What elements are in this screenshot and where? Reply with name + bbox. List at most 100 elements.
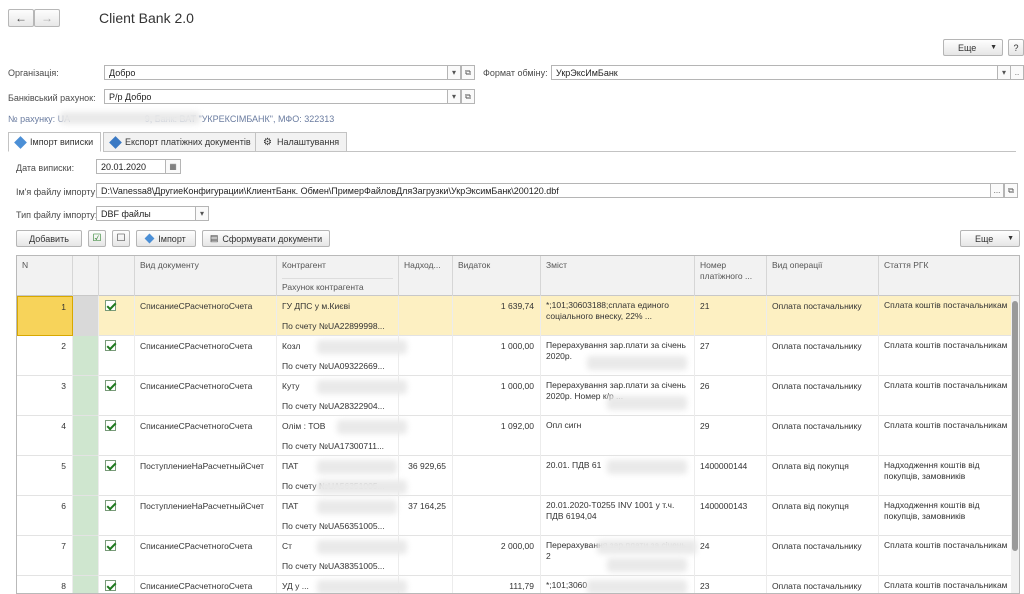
cell-doc[interactable]: ПоступлениеНаРасчетныйСчет: [135, 496, 277, 536]
format-field[interactable]: УкрЭксИмБанк: [551, 65, 998, 80]
cell-rgk[interactable]: Сплата коштів постачальникам: [879, 336, 1019, 376]
cell-expense[interactable]: 2 000,00: [453, 536, 541, 576]
account-dropdown-button[interactable]: ▾: [447, 89, 461, 104]
row-checkbox-cell[interactable]: [99, 456, 135, 496]
cell-op[interactable]: Оплата постачальнику: [767, 416, 879, 456]
row-status-cell[interactable]: [73, 536, 99, 576]
cell-pay[interactable]: 29: [695, 416, 767, 456]
row-checkbox[interactable]: [105, 540, 116, 551]
col-expense[interactable]: Видаток: [453, 256, 541, 296]
scrollbar-thumb[interactable]: [1012, 301, 1018, 551]
cell-doc[interactable]: СписаниеСРасчетногоСчета: [135, 296, 277, 336]
cell-pay[interactable]: 1400000144: [695, 456, 767, 496]
row-status-cell[interactable]: [73, 416, 99, 456]
cell-rgk[interactable]: Сплата коштів постачальникам: [879, 376, 1019, 416]
col-counterparty[interactable]: Контрагент Рахунок контрагента: [277, 256, 399, 296]
row-status-cell[interactable]: [73, 376, 99, 416]
cell-income[interactable]: [399, 576, 453, 593]
table-row[interactable]: 8 СписаниеСРасчетногоСчета УД у ... 111,79 *…: [17, 576, 1019, 593]
cell-pay[interactable]: 24: [695, 536, 767, 576]
row-checkbox[interactable]: [105, 500, 116, 511]
cell-doc[interactable]: СписаниеСРасчетногоСчета: [135, 416, 277, 456]
cell-content[interactable]: 20.01.2020-T0255 INV 1001 у т.ч. ПДВ 619…: [541, 496, 695, 536]
cell-op[interactable]: Оплата постачальнику: [767, 536, 879, 576]
table-row[interactable]: 5ПоступлениеНаРасчетныйСчетПАТПо счету №…: [17, 456, 1019, 496]
row-status-cell[interactable]: [73, 496, 99, 536]
row-checkbox[interactable]: [105, 340, 116, 351]
statement-table[interactable]: N Вид документу Контрагент Рахунок контр…: [16, 255, 1020, 594]
tab-import[interactable]: Імпорт виписки: [8, 132, 102, 152]
table-row[interactable]: 6 ПоступлениеНаРасчетныйСчет ПАТ По счету №…: [17, 496, 1019, 536]
org-field[interactable]: Добро: [104, 65, 448, 80]
table-row[interactable]: 7 СписаниеСРасчетногоСчета Ст По счету №UA3…: [17, 536, 1019, 576]
cell-pay[interactable]: 27: [695, 336, 767, 376]
row-checkbox[interactable]: [105, 380, 116, 391]
cell-n[interactable]: 4: [17, 416, 73, 456]
cell-rgk[interactable]: Надходження коштів від покупців, замовни…: [879, 456, 1019, 496]
col-operation[interactable]: Вид операції: [767, 256, 879, 296]
grid-more-button[interactable]: Еще ▼: [960, 230, 1020, 247]
cell-content[interactable]: *;101;30603188;сплата единого соціальног…: [541, 296, 695, 336]
table-row[interactable]: 1 СписаниеСРасчетногоСчета ГУ ДПС у м.Києв…: [17, 296, 1019, 336]
cell-income[interactable]: 37 164,25: [399, 496, 453, 536]
cell-income[interactable]: [399, 536, 453, 576]
cell-expense[interactable]: [453, 456, 541, 496]
row-checkbox[interactable]: [105, 420, 116, 431]
cell-op[interactable]: Оплата від покупця: [767, 456, 879, 496]
cell-op[interactable]: Оплата постачальнику: [767, 376, 879, 416]
cell-content[interactable]: Опл сигн: [541, 416, 695, 456]
import-button[interactable]: Імпорт: [136, 230, 196, 247]
cell-op[interactable]: Оплата постачальнику: [767, 296, 879, 336]
col-n[interactable]: N: [17, 256, 73, 296]
cell-doc[interactable]: ПоступлениеНаРасчетныйСчет: [135, 456, 277, 496]
cell-income[interactable]: [399, 376, 453, 416]
cell-pay[interactable]: 21: [695, 296, 767, 336]
cell-rgk[interactable]: Сплата коштів постачальникам: [879, 576, 1019, 593]
row-status-cell[interactable]: [73, 336, 99, 376]
create-documents-button[interactable]: ▤ Сформувати документи: [202, 230, 330, 247]
account-open-button[interactable]: ⧉: [461, 89, 475, 104]
cell-expense[interactable]: 1 000,00: [453, 336, 541, 376]
check-all-button[interactable]: ☑: [88, 230, 106, 247]
cell-n[interactable]: 6: [17, 496, 73, 536]
cell-op[interactable]: Оплата постачальнику: [767, 576, 879, 593]
row-status-cell[interactable]: [73, 296, 99, 336]
table-row[interactable]: 3 СписаниеСРасчетногоСчета Куту По счету №U…: [17, 376, 1019, 416]
cell-income[interactable]: [399, 296, 453, 336]
table-row[interactable]: 4 СписаниеСРасчетногоСчета Олім : ТОВ По сч…: [17, 416, 1019, 456]
file-type-dropdown-button[interactable]: ▾: [195, 206, 209, 221]
cell-pay[interactable]: 26: [695, 376, 767, 416]
format-dropdown-button[interactable]: ▾: [997, 65, 1011, 80]
cell-n[interactable]: 1: [17, 296, 73, 336]
date-field[interactable]: 20.01.2020: [96, 159, 166, 174]
cell-income[interactable]: 36 929,65: [399, 456, 453, 496]
cell-op[interactable]: Оплата постачальнику: [767, 336, 879, 376]
cell-op[interactable]: Оплата від покупця: [767, 496, 879, 536]
tab-export[interactable]: Експорт платіжних документів: [103, 132, 259, 152]
cell-rgk[interactable]: Сплата коштів постачальникам: [879, 536, 1019, 576]
cell-n[interactable]: 3: [17, 376, 73, 416]
row-checkbox-cell[interactable]: [99, 416, 135, 456]
col-rgk[interactable]: Стаття РГК: [879, 256, 1019, 296]
cell-income[interactable]: [399, 416, 453, 456]
cell-income[interactable]: [399, 336, 453, 376]
row-checkbox-cell[interactable]: [99, 296, 135, 336]
help-button[interactable]: ?: [1008, 39, 1024, 56]
cell-pay[interactable]: 23: [695, 576, 767, 593]
cell-expense[interactable]: 1 639,74: [453, 296, 541, 336]
file-browse-button[interactable]: ...: [990, 183, 1004, 198]
cell-n[interactable]: 7: [17, 536, 73, 576]
file-type-field[interactable]: DBF файлы: [96, 206, 196, 221]
tab-settings[interactable]: ⚙ Налаштування: [255, 132, 348, 152]
calendar-button[interactable]: ▦: [165, 159, 181, 174]
cell-expense[interactable]: 1 092,00: [453, 416, 541, 456]
col-check[interactable]: [99, 256, 135, 296]
cell-rgk[interactable]: Сплата коштів постачальникам: [879, 416, 1019, 456]
cell-expense[interactable]: 111,79: [453, 576, 541, 593]
forward-button[interactable]: →: [34, 9, 60, 27]
row-checkbox[interactable]: [105, 460, 116, 471]
col-content[interactable]: Зміст: [541, 256, 695, 296]
add-button[interactable]: Добавить: [16, 230, 82, 247]
cell-expense[interactable]: [453, 496, 541, 536]
format-more-button[interactable]: ..: [1010, 65, 1024, 80]
